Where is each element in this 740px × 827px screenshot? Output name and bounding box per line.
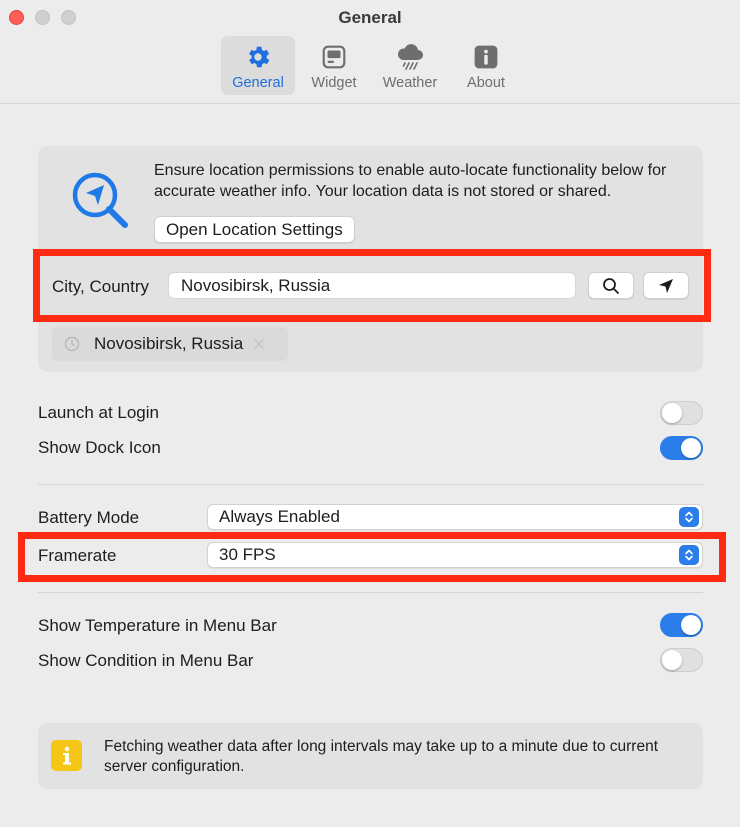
cloud-rain-icon — [395, 42, 425, 72]
location-description: Ensure location permissions to enable au… — [154, 162, 667, 200]
widget-icon — [319, 42, 349, 72]
toolbar-tabs: General Widget Weather About — [221, 36, 523, 95]
tab-general-label: General — [232, 75, 284, 91]
tab-about-label: About — [467, 75, 505, 91]
divider — [38, 484, 703, 485]
tab-widget[interactable]: Widget — [297, 36, 371, 95]
chevron-up-down-icon — [679, 507, 699, 527]
show-condition-label: Show Condition in Menu Bar — [38, 651, 254, 670]
open-location-settings-button[interactable]: Open Location Settings — [154, 216, 355, 243]
toggle-knob — [681, 615, 701, 635]
tab-widget-label: Widget — [311, 75, 357, 91]
recent-location-chip[interactable]: Novosibirsk, Russia — [52, 327, 288, 361]
show-dock-icon-toggle[interactable] — [660, 436, 703, 460]
recent-location-text: Novosibirsk, Russia — [94, 334, 244, 353]
show-temperature-toggle[interactable] — [660, 613, 703, 637]
tab-weather-label: Weather — [382, 75, 438, 91]
tab-general[interactable]: General — [221, 36, 295, 95]
info-text: Fetching weather data after long interva… — [104, 738, 659, 775]
tab-weather[interactable]: Weather — [373, 36, 447, 95]
show-temperature-label: Show Temperature in Menu Bar — [38, 616, 277, 635]
toggle-knob — [662, 650, 682, 670]
highlight-framerate-row — [18, 532, 726, 582]
toggle-knob — [681, 438, 701, 458]
launch-at-login-label: Launch at Login — [38, 403, 159, 422]
info-square-icon — [471, 42, 501, 72]
location-search-icon — [70, 170, 134, 234]
gear-icon — [243, 42, 273, 72]
tab-about[interactable]: About — [449, 36, 523, 95]
launch-at-login-toggle[interactable] — [660, 401, 703, 425]
divider — [38, 592, 703, 593]
highlight-city-row — [33, 249, 711, 322]
info-icon — [51, 740, 82, 771]
battery-mode-label: Battery Mode — [38, 508, 140, 527]
toggle-knob — [662, 403, 682, 423]
show-dock-icon-label: Show Dock Icon — [38, 438, 161, 457]
battery-mode-select[interactable]: Always Enabled — [207, 504, 703, 530]
info-notice: Fetching weather data after long interva… — [38, 723, 703, 789]
window-title: General — [338, 8, 402, 27]
battery-mode-value: Always Enabled — [219, 507, 340, 526]
clock-icon — [64, 336, 80, 352]
title-bar: General General Widget Weather About — [0, 0, 740, 104]
preferences-window: General General Widget Weather About Ens… — [0, 0, 740, 827]
close-icon[interactable] — [253, 338, 265, 350]
show-condition-toggle[interactable] — [660, 648, 703, 672]
